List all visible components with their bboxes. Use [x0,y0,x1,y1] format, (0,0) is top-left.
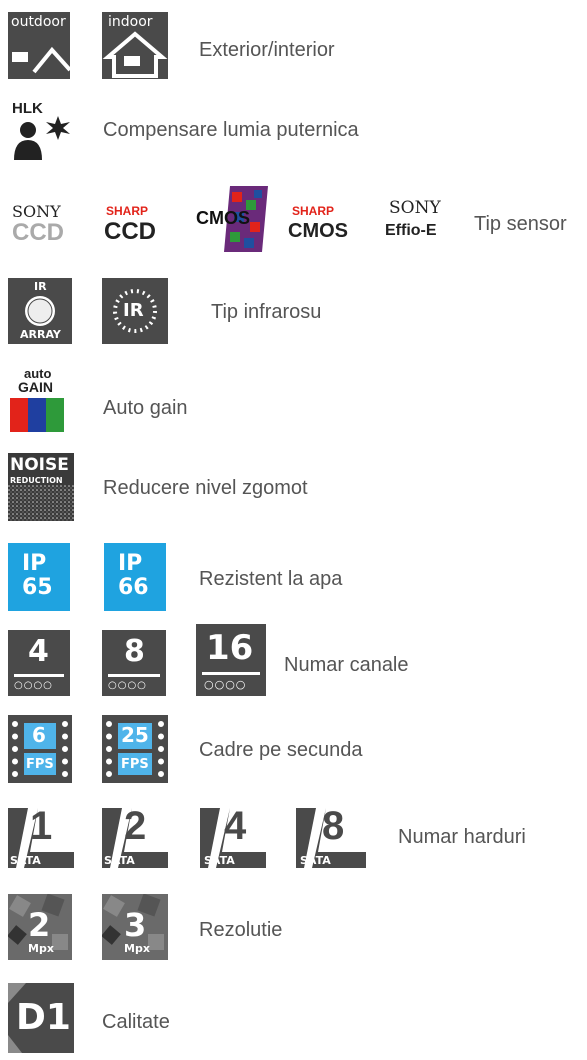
hlk-icon: HLK [10,100,74,160]
sharp-ccd-icon: SHARP CCD [104,204,156,245]
fps-25-icon: 25 FPS [102,715,168,783]
sharp-cmos-icon: SHARP CMOS [288,204,348,242]
label-quality: Calitate [102,1011,170,1033]
hdd-4-icon: 4 SATA [200,802,266,868]
hdd-1-icon: 1 SATA [8,802,74,868]
label-exterior-interior: Exterior/interior [199,39,335,61]
label-ir: Tip infrarosu [211,301,322,323]
label-noise: Reducere nivel zgomot [103,477,308,499]
fps-6-icon: 6 FPS [8,715,72,783]
channels-8-icon: 8 ○○○○ [102,630,166,696]
noise-reduction-icon: NOISE REDUCTION [8,453,74,521]
label-resolution: Rezolutie [199,919,283,941]
ip65-icon: IP 65 [8,543,70,611]
resolution-3mpx-icon: 3 Mpx [102,894,168,960]
channels-16-icon: 16 ○○○○ [196,624,266,696]
label-hlk: Compensare lumia puternica [103,119,359,141]
hdd-2-icon: 2 SATA [102,802,168,868]
indoor-icon: indoor [102,12,168,79]
cmos-icon: CMOS [196,186,268,252]
hdd-8-icon: 8 SATA [296,802,366,868]
label-fps: Cadre pe secunda [199,739,363,761]
ip66-icon: IP 66 [104,543,166,611]
auto-gain-icon: auto GAIN [10,366,66,432]
outdoor-icon: outdoor [8,12,70,79]
sony-effio-icon: SONY Effio-E [385,198,441,239]
ir-led-icon: IR [102,278,168,344]
ir-array-icon: IR ARRAY [8,278,72,344]
label-ip: Rezistent la apa [199,568,343,590]
label-auto-gain: Auto gain [103,397,188,419]
channels-4-icon: 4 ○○○○ [8,630,70,696]
sony-ccd-icon: SONY CCD [12,202,64,246]
label-channels: Numar canale [284,654,409,676]
resolution-2mpx-icon: 2 Mpx [8,894,72,960]
label-sensor: Tip sensor [474,213,567,235]
d1-quality-icon: D1 [8,983,74,1053]
label-hdd: Numar harduri [398,826,526,848]
